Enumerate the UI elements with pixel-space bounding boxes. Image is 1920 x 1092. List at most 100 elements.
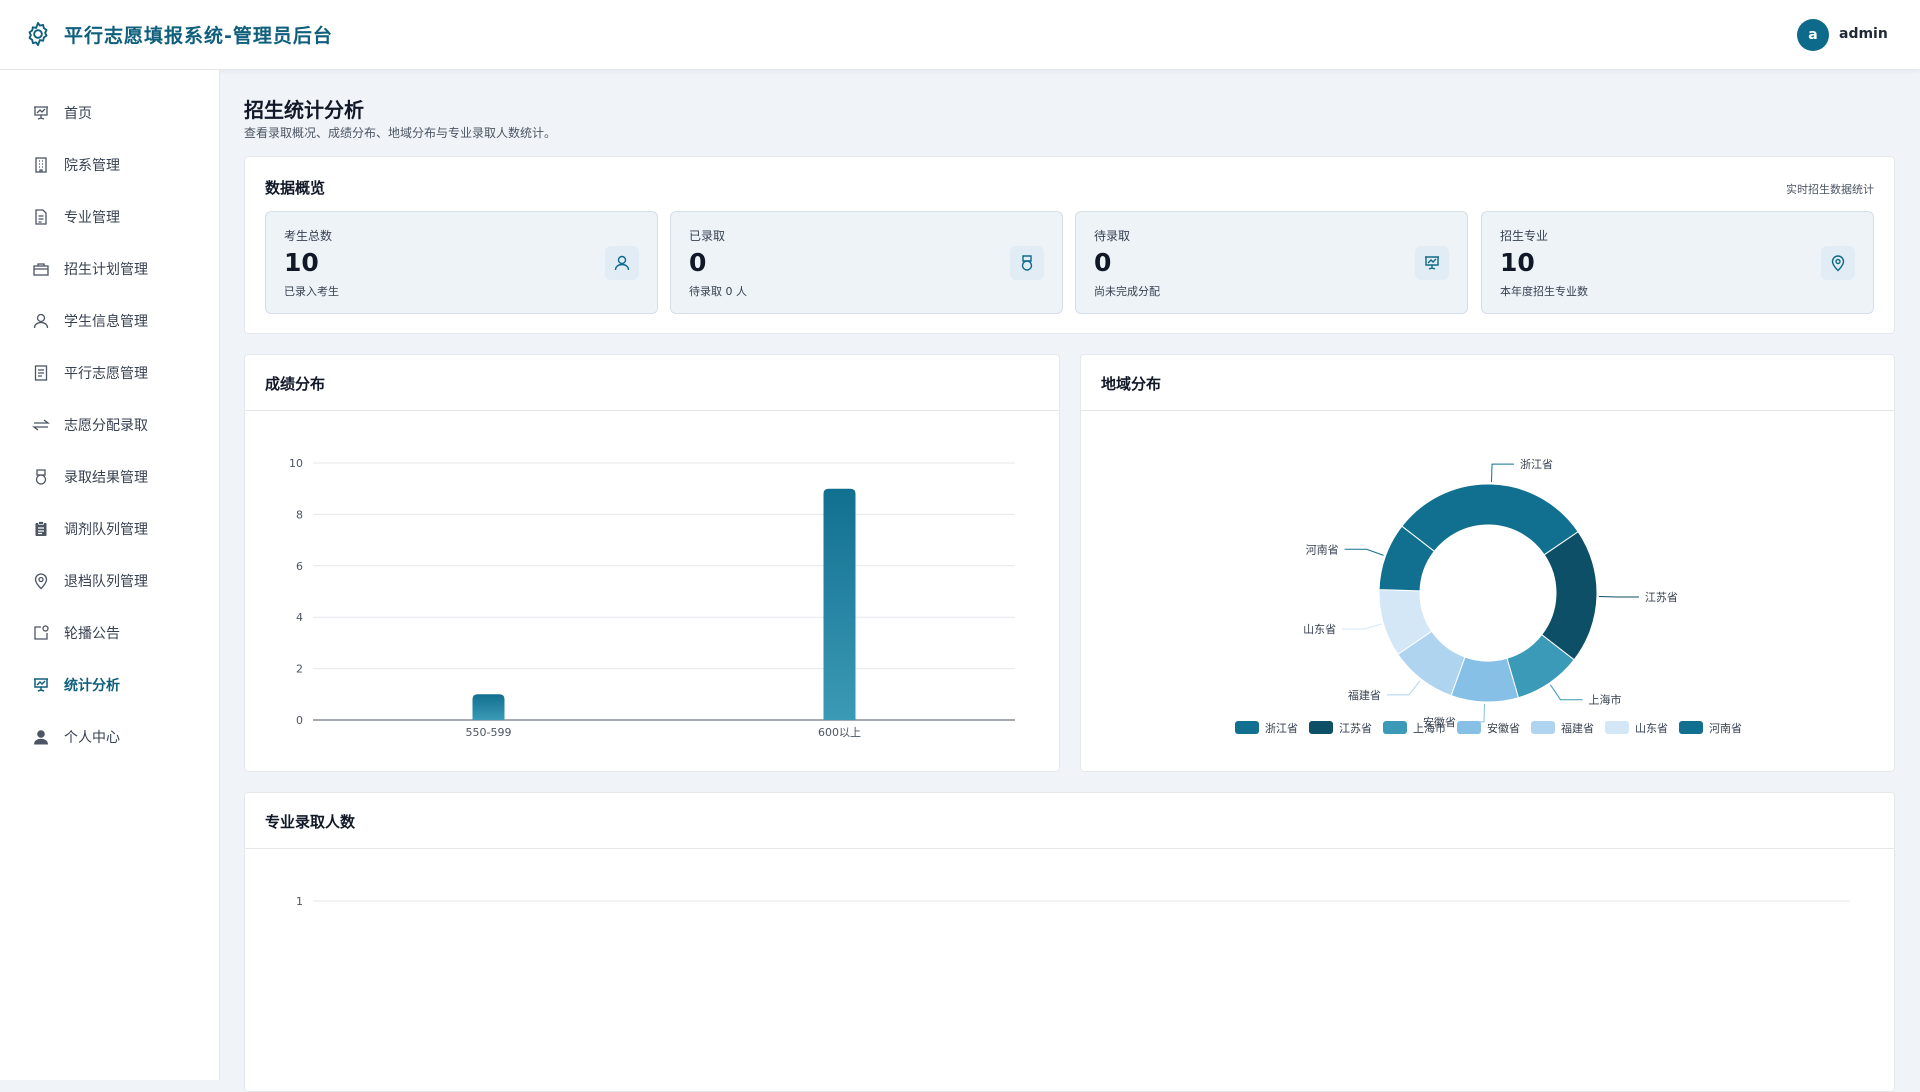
y-tick-label: 1 [296,895,303,908]
score-bar-chart: 0 2 4 6 8 10 550-599 600以上 [289,457,1015,739]
stat-value: 0 [689,248,707,277]
page-title: 招生统计分析 [244,98,364,122]
stat-label: 待录取 [1094,229,1131,243]
major-bar-chart: 1 [296,895,1850,908]
sidebar-item-label: 录取结果管理 [64,470,148,486]
sidebar-item-admission-results[interactable]: 录取结果管理 [0,454,219,498]
stat-label: 招生专业 [1500,229,1549,243]
legend-swatch [1679,721,1703,734]
sidebar-item-majors[interactable]: 专业管理 [0,194,219,238]
sidebar-item-label: 招生计划管理 [64,262,148,278]
list-document-icon [34,365,48,381]
score-chart-title: 成绩分布 [265,375,326,393]
legend-label: 河南省 [1709,722,1742,735]
medal-icon [1010,246,1044,280]
stat-label: 已录取 [689,229,726,243]
label-leader-line [1344,548,1384,556]
top-header: 平行志愿填报系统-管理员后台 a admin [0,0,1920,70]
legend-swatch [1235,721,1259,734]
page-subtitle: 查看录取概况、成绩分布、地域分布与专业录取人数统计。 [244,126,557,140]
legend-swatch [1309,721,1333,734]
data-board-icon [34,678,48,692]
stat-note: 本年度招生专业数 [1500,285,1588,298]
sidebar-item-return-queue[interactable]: 退档队列管理 [0,558,219,602]
sidebar-item-home[interactable]: 首页 [0,90,219,134]
major-admissions-card: 专业录取人数 1 [244,792,1895,1092]
stat-value: 0 [1094,248,1112,277]
clipboard-icon [35,521,47,536]
stat-label: 考生总数 [284,229,333,243]
sidebar-item-departments[interactable]: 院系管理 [0,142,219,186]
sidebar-item-label: 统计分析 [64,678,120,694]
document-icon [35,209,47,225]
legend-label: 浙江省 [1265,722,1298,735]
sidebar-item-enrollment-plans[interactable]: 招生计划管理 [0,246,219,290]
avatar[interactable]: a [1797,19,1829,51]
sidebar-item-label: 轮播公告 [64,626,120,642]
y-tick-label: 6 [296,560,303,573]
main-content: 招生统计分析 查看录取概况、成绩分布、地域分布与专业录取人数统计。 数据概览 实… [220,70,1920,1092]
location-icon [34,573,48,590]
label-leader-line [1386,680,1421,696]
sidebar-item-label: 调剂队列管理 [64,522,148,538]
card-header: 地域分布 [1081,355,1894,411]
legend-swatch [1383,721,1407,734]
sidebar-item-statistics[interactable]: 统计分析 [0,662,219,706]
sidebar-item-students[interactable]: 学生信息管理 [0,298,219,342]
app-title: 平行志愿填报系统-管理员后台 [64,25,333,47]
legend-label: 安徽省 [1487,721,1520,735]
label-leader-line [1549,684,1583,701]
sidebar-item-profile[interactable]: 个人中心 [0,714,219,758]
building-icon [35,157,47,173]
presentation-icon [34,106,48,120]
region-chart-title: 地域分布 [1101,375,1162,393]
label-leader-line [1342,623,1382,630]
y-tick-label: 8 [296,508,303,521]
legend-swatch [1605,721,1629,734]
overview-card: 数据概览 实时招生数据统计 考生总数 10 已录入考生 已录取 0 待录取 0 … [244,156,1895,334]
stat-card-admitted: 已录取 0 待录取 0 人 [670,211,1063,314]
slice-label: 福建省 [1348,688,1381,702]
stat-note: 已录入考生 [284,285,339,298]
label-leader-line [1461,703,1486,723]
stat-value: 10 [284,248,319,277]
card-header: 成绩分布 [245,355,1059,411]
stat-card-pending: 待录取 0 尚未完成分配 [1075,211,1468,314]
y-tick-label: 0 [296,714,303,727]
card-header: 专业录取人数 [245,793,1894,849]
sidebar-item-announcements[interactable]: 轮播公告 [0,610,219,654]
overview-note: 实时招生数据统计 [1786,183,1874,196]
legend-label: 山东省 [1635,722,1668,735]
x-tick-label: 550-599 [466,726,512,739]
slice-label: 山东省 [1303,623,1336,636]
x-tick-label: 600以上 [818,726,861,739]
y-tick-label: 2 [296,663,303,676]
sidebar: 首页 院系管理 专业管理 招生计划管理 学生信息管理 平行志愿管理 志愿分配录取… [0,70,220,1080]
sidebar-item-parallel-volunteers[interactable]: 平行志愿管理 [0,350,219,394]
user-icon [33,313,49,329]
legend-swatch [1531,721,1555,734]
pie-slice [1401,483,1579,556]
slice-label: 上海市 [1589,693,1622,707]
legend-label: 江苏省 [1339,722,1372,735]
stat-note: 尚未完成分配 [1094,285,1160,298]
sidebar-item-adjustment-queue[interactable]: 调剂队列管理 [0,506,219,550]
slice-label: 浙江省 [1520,458,1553,471]
overview-title: 数据概览 [265,179,326,197]
score-distribution-card: 成绩分布 0 2 4 6 8 10 550-599 600以上 [244,354,1060,772]
bar [823,488,856,720]
slice-label: 江苏省 [1645,591,1678,604]
sidebar-item-label: 专业管理 [64,210,120,226]
username[interactable]: admin [1839,26,1888,42]
stat-card-total-students: 考生总数 10 已录入考生 [265,211,658,314]
label-leader-line [1598,595,1639,598]
medal-icon [35,469,47,485]
region-donut-chart: 浙江省江苏省上海市安徽省福建省山东省河南省浙江省 江苏省 上海市 安徽省 福建省 山东省河… [1235,458,1742,735]
stat-note: 待录取 0 人 [689,285,747,298]
region-distribution-card: 地域分布 浙江省 江苏省 上海市 安徽省 福建省 山东省 河南省 浙江省 江苏省 上海市 安徽省 福建… [1080,354,1895,772]
major-chart-title: 专业录取人数 [265,813,356,831]
notification-icon [34,625,49,640]
user-filled-icon [34,730,48,745]
label-leader-line [1490,463,1515,483]
sidebar-item-allocation[interactable]: 志愿分配录取 [0,402,219,446]
